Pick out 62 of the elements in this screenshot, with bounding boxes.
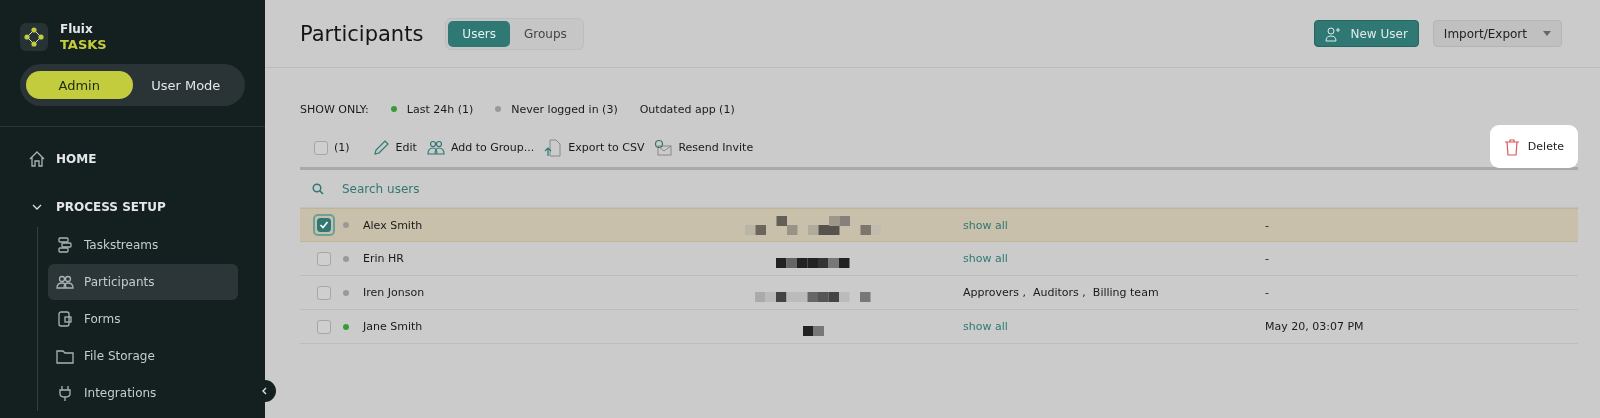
toolbar-action[interactable]: Add to Group...	[426, 138, 535, 157]
new-user-button[interactable]: New User	[1313, 20, 1419, 47]
table-row[interactable]: Alex Smith show all -	[300, 208, 1578, 242]
row-checkbox[interactable]	[317, 251, 331, 266]
mode-option[interactable]: Admin	[26, 71, 133, 99]
import-export-dropdown[interactable]: Import/Export	[1432, 20, 1562, 47]
nav-section[interactable]: PROCESS SETUP	[28, 187, 265, 227]
mode-option[interactable]: User Mode	[132, 71, 239, 99]
stack-icon	[56, 236, 74, 254]
product-name: TASKS	[60, 37, 107, 53]
add-user-icon	[1324, 25, 1343, 42]
groups-text: Approvers , Auditors , Billing team	[963, 286, 1160, 299]
people-icon	[56, 273, 74, 291]
search-field[interactable]: Search users	[340, 180, 640, 197]
page-title: Participants	[300, 21, 424, 46]
redacted-email-drawing	[802, 326, 824, 336]
tab[interactable]: Groups	[509, 20, 581, 47]
last-seen: May 20, 03:07 PM	[1265, 320, 1364, 333]
toolbar-action[interactable]: Resend Invite	[654, 138, 754, 157]
pencil-icon	[371, 138, 390, 157]
last-seen: -	[1265, 252, 1269, 265]
last-seen: -	[1265, 286, 1269, 299]
user-name: Jane Smith	[363, 320, 424, 333]
home-icon	[28, 150, 46, 168]
table-row[interactable]: Erin HR show all -	[300, 242, 1578, 276]
tab[interactable]: Users	[448, 20, 510, 47]
filter-option[interactable]: Outdated app (1)	[639, 102, 735, 116]
delete-button[interactable]: Delete	[1489, 125, 1578, 168]
search-icon	[312, 182, 324, 195]
filter-option[interactable]: Never logged in (3)	[495, 102, 618, 116]
chevron-left-icon	[261, 387, 269, 395]
filter-label: SHOW ONLY:	[300, 102, 369, 116]
row-checkbox[interactable]	[317, 218, 331, 232]
document-upload-icon	[544, 138, 563, 157]
nav-item[interactable]: Taskstreams	[48, 227, 238, 263]
folder-icon	[56, 347, 74, 365]
select-all-checkbox[interactable]	[314, 140, 328, 155]
row-checkbox[interactable]	[317, 319, 331, 334]
logo-icon	[20, 23, 48, 51]
nav-item[interactable]: File Storage	[48, 338, 238, 374]
nav-item[interactable]: Integrations	[48, 375, 238, 411]
table-row[interactable]: Iren Jonson Approvers , Auditors , Billing team -	[300, 276, 1578, 310]
plug-icon	[56, 384, 74, 402]
toolbar-action[interactable]: Edit	[371, 138, 417, 157]
selected-count: (1)	[334, 141, 350, 154]
caret-icon	[1543, 31, 1551, 36]
filter-option[interactable]: Last 24h (1)	[390, 102, 474, 116]
form-icon	[56, 310, 74, 328]
user-name: Erin HR	[363, 252, 405, 265]
table-row[interactable]: Jane Smith show all May 20, 03:07 PM	[300, 310, 1578, 344]
toolbar-action[interactable]: Export to CSV	[544, 138, 645, 157]
user-name: Alex Smith	[363, 218, 424, 232]
envelope-icon	[654, 138, 673, 157]
brand-name: Fluix	[60, 21, 94, 37]
people-icon	[426, 138, 445, 157]
user-name: Iren Jonson	[363, 286, 426, 299]
row-checkbox[interactable]	[317, 285, 331, 300]
nav-item[interactable]: HOME	[28, 139, 265, 179]
nav-item[interactable]: Forms	[48, 301, 238, 337]
trash-icon	[1503, 137, 1520, 156]
last-seen: -	[1265, 218, 1269, 232]
nav-item[interactable]: Participants	[48, 264, 238, 300]
